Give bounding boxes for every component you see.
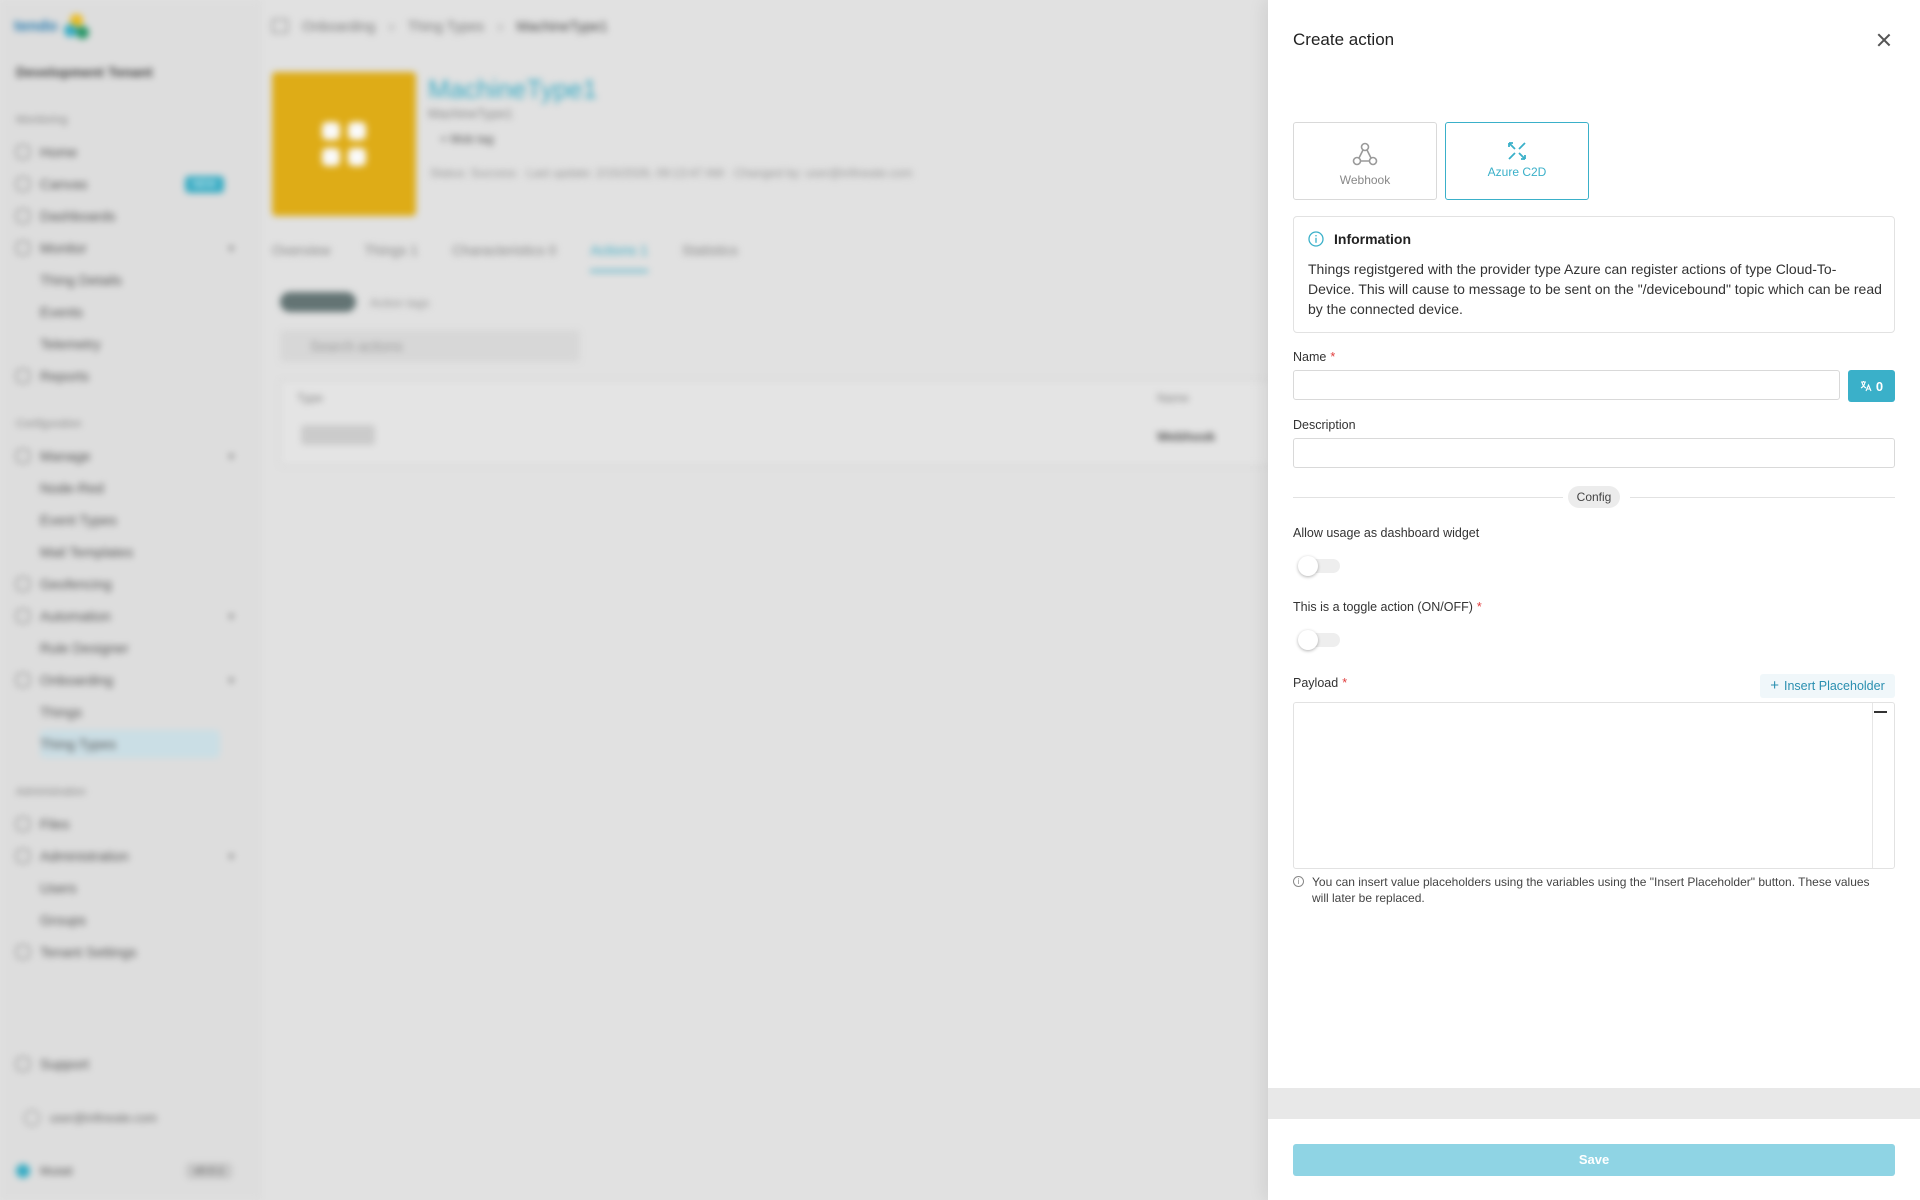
editor-scrollbar[interactable]	[1872, 703, 1873, 868]
toggle-action-label-text: This is a toggle action (ON/OFF)	[1293, 600, 1473, 614]
plus-icon: +	[1770, 677, 1779, 694]
name-input[interactable]	[1293, 370, 1840, 400]
toggle-action-switch[interactable]	[1298, 630, 1340, 650]
insert-placeholder-button[interactable]: + Insert Placeholder	[1760, 674, 1895, 698]
webhook-icon	[1352, 142, 1378, 166]
payload-hint: i You can insert value placeholders usin…	[1293, 874, 1883, 906]
information-heading: Information	[1334, 231, 1411, 247]
required-marker: *	[1330, 350, 1336, 364]
description-input[interactable]	[1293, 438, 1895, 468]
type-option-webhook[interactable]: Webhook	[1293, 122, 1437, 200]
payload-label: Payload *	[1293, 676, 1347, 690]
required-marker: *	[1342, 676, 1348, 690]
payload-hint-text: You can insert value placeholders using …	[1312, 875, 1870, 905]
config-section-label: Config	[1568, 486, 1620, 508]
translations-button[interactable]: 0	[1848, 370, 1895, 402]
information-box: Information Things registgered with the …	[1293, 216, 1895, 333]
drawer-title: Create action	[1293, 30, 1395, 49]
description-label: Description	[1293, 418, 1356, 432]
insert-placeholder-label: Insert Placeholder	[1784, 679, 1885, 693]
translation-count: 0	[1875, 378, 1884, 394]
config-divider-left	[1293, 497, 1563, 498]
dashboard-widget-toggle[interactable]	[1298, 556, 1340, 576]
azure-c2d-label: Azure C2D	[1487, 165, 1547, 179]
editor-minimap-marker	[1874, 711, 1887, 713]
close-icon[interactable]	[1873, 30, 1895, 52]
name-label-text: Name	[1293, 350, 1327, 364]
save-button[interactable]: Save	[1293, 1144, 1895, 1176]
translate-icon	[1860, 381, 1872, 392]
information-text: Things registgered with the provider typ…	[1308, 261, 1882, 317]
modal-backdrop[interactable]	[0, 0, 1268, 1200]
widget-toggle-label: Allow usage as dashboard widget	[1293, 526, 1480, 540]
drawer-footer-divider	[1268, 1088, 1920, 1119]
name-label: Name *	[1293, 350, 1335, 364]
toggle-action-label: This is a toggle action (ON/OFF) *	[1293, 600, 1482, 614]
payload-editor[interactable]	[1293, 702, 1895, 869]
config-divider-right	[1630, 497, 1895, 498]
info-icon: i	[1293, 876, 1304, 887]
create-action-drawer: Create action Webhook Azure C2D Informat…	[1268, 0, 1920, 1200]
payload-label-text: Payload	[1293, 676, 1339, 690]
azure-c2d-icon	[1508, 142, 1526, 160]
webhook-label: Webhook	[1339, 173, 1391, 187]
information-header: Information	[1308, 231, 1411, 247]
required-marker: *	[1476, 600, 1482, 614]
info-icon	[1308, 231, 1324, 247]
type-option-azure-c2d[interactable]: Azure C2D	[1445, 122, 1589, 200]
